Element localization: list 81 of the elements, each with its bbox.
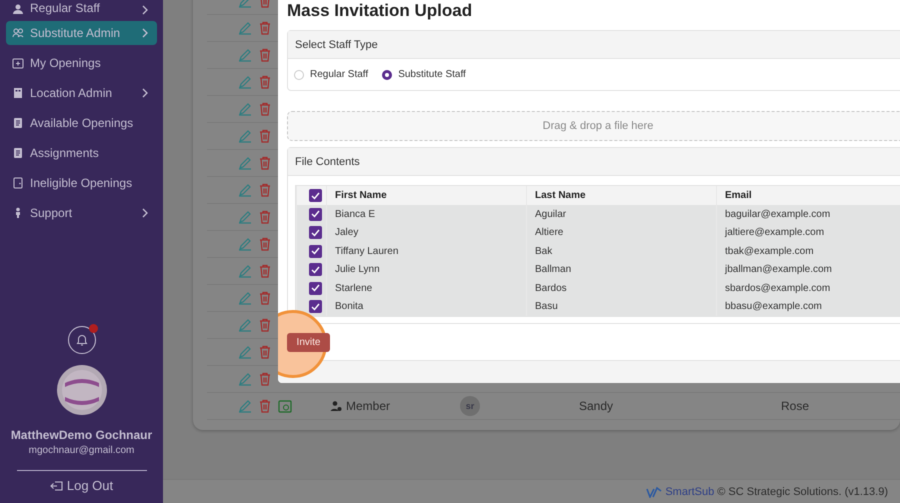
edit-icon[interactable] [238, 75, 252, 89]
sidebar-item[interactable]: My Openings [6, 51, 157, 75]
logout-icon [50, 479, 64, 493]
sidebar-item[interactable]: Ineligible Openings [6, 171, 157, 195]
document-icon [12, 147, 24, 159]
check-icon [311, 284, 320, 292]
checkbox[interactable] [309, 189, 322, 202]
checkbox[interactable] [309, 226, 322, 240]
dialog-title: Mass Invitation Upload [287, 0, 474, 22]
member-icon [330, 400, 342, 412]
check-icon [311, 192, 320, 200]
radio-option[interactable]: Regular Staff [294, 69, 368, 80]
trash-icon[interactable] [258, 48, 272, 62]
trash-icon[interactable] [258, 318, 272, 332]
trash-icon[interactable] [258, 264, 272, 278]
trash-icon[interactable] [258, 183, 272, 197]
person-icon [12, 3, 24, 15]
trash-icon[interactable] [258, 21, 272, 35]
edit-icon[interactable] [238, 345, 252, 359]
edit-icon[interactable] [238, 21, 252, 35]
brand-name: SmartSub [665, 486, 714, 498]
logo-icon [646, 486, 662, 498]
edit-icon[interactable] [238, 183, 252, 197]
user-name: MatthewDemo Gochnaur [10, 427, 152, 443]
edit-icon[interactable] [238, 237, 252, 251]
edit-icon[interactable] [238, 210, 252, 224]
sidebar-item[interactable]: Available Openings [6, 111, 157, 135]
edit-icon[interactable] [238, 291, 252, 305]
logout-link[interactable]: Log Out [50, 477, 114, 495]
checkbox[interactable] [309, 208, 322, 221]
trash-icon[interactable] [258, 210, 272, 224]
edit-icon[interactable] [238, 102, 252, 116]
edit-icon[interactable] [238, 48, 252, 62]
checkbox[interactable] [309, 244, 322, 258]
calendar-icon[interactable] [278, 399, 292, 413]
check-icon [311, 302, 320, 311]
sidebar-item[interactable]: Regular Staff [6, 0, 157, 15]
trash-icon[interactable] [258, 237, 272, 251]
invite-button[interactable]: Invite [287, 332, 330, 352]
building-icon [12, 87, 24, 99]
trash-icon[interactable] [258, 102, 272, 116]
sidebar-item[interactable]: Location Admin [6, 81, 157, 105]
edit-icon[interactable] [238, 264, 252, 278]
table-cell: Basu [526, 298, 716, 316]
trash-icon[interactable] [258, 372, 272, 386]
table-cell-text: Rose [780, 399, 810, 413]
trash-icon[interactable] [258, 399, 272, 413]
checkbox[interactable] [309, 282, 322, 295]
table-cell: Bonita [326, 298, 526, 316]
role-text: Member [346, 399, 390, 413]
trash-icon[interactable] [258, 291, 272, 305]
checkbox[interactable] [309, 263, 322, 276]
sidebar-item[interactable]: Support [6, 201, 157, 225]
bell-icon [76, 334, 88, 346]
trash-icon[interactable] [258, 156, 272, 170]
check-icon [311, 228, 320, 237]
trash-icon[interactable] [258, 345, 272, 359]
door-icon [12, 177, 24, 189]
trash-icon[interactable] [258, 75, 272, 89]
notification-button[interactable] [68, 326, 96, 354]
edit-icon[interactable] [238, 372, 252, 386]
edit-icon[interactable] [238, 129, 252, 143]
sidebar-item[interactable]: Assignments [6, 141, 157, 165]
user-email: mgochnaur@gmail.com [28, 444, 134, 458]
check-icon [311, 247, 320, 256]
checkbox[interactable] [309, 300, 322, 314]
trash-icon[interactable] [258, 129, 272, 143]
calendar-icon [12, 57, 24, 69]
check-icon [311, 266, 320, 274]
people-icon [12, 27, 24, 39]
card-header: Select Staff Type [288, 31, 900, 59]
table-cell-text: Sandy [578, 399, 614, 413]
edit-icon[interactable] [238, 156, 252, 170]
edit-icon[interactable] [238, 399, 252, 413]
document-icon [12, 117, 24, 129]
table-cell: bbasu@example.com [716, 298, 900, 316]
copyright-text: © SC Strategic Solutions. (v1.13.9) [717, 486, 888, 498]
edit-icon[interactable] [238, 318, 252, 332]
radio-option[interactable]: Substitute Staff [382, 69, 466, 80]
check-icon [311, 210, 320, 218]
card-header: File Contents [288, 148, 900, 176]
